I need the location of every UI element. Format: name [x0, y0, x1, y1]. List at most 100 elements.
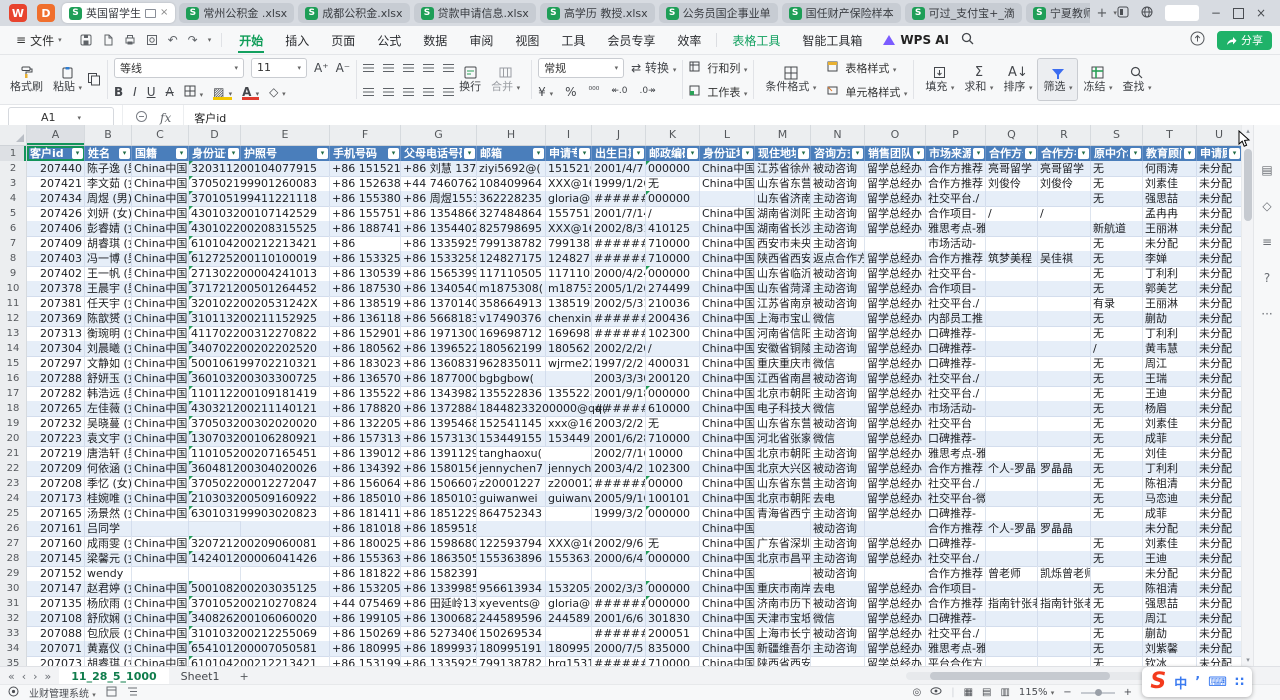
- cell[interactable]: 合作项目-: [926, 581, 986, 597]
- cell[interactable]: 320311200104077915: [189, 161, 241, 177]
- contextual-tab-1[interactable]: 智能工具箱: [791, 26, 873, 54]
- menu-tab-5[interactable]: 审阅: [458, 26, 504, 54]
- cell[interactable]: 周江: [1143, 356, 1197, 372]
- fill-button[interactable]: 填充 ▾: [920, 58, 959, 101]
- row-number[interactable]: 30: [0, 581, 27, 597]
- cell[interactable]: 王瑞: [1143, 371, 1197, 387]
- cell[interactable]: 微信: [811, 611, 865, 627]
- cell[interactable]: xxx@163.cc: [546, 416, 592, 432]
- column-header-T[interactable]: T: [1143, 125, 1197, 145]
- cell[interactable]: 207434: [27, 191, 85, 207]
- cell[interactable]: 未分配: [1197, 266, 1242, 282]
- cell[interactable]: 未分配: [1197, 311, 1242, 327]
- cell[interactable]: 蒯劼: [1143, 311, 1197, 327]
- cell[interactable]: 654101200007050581: [189, 641, 241, 657]
- cell[interactable]: 重庆市南岸: [755, 581, 811, 597]
- cell[interactable]: 山东省济南: [755, 191, 811, 207]
- cell[interactable]: 丁利利: [1143, 266, 1197, 282]
- cell[interactable]: +86 1863505000: [401, 551, 477, 567]
- cell[interactable]: jennychen7: [477, 461, 546, 477]
- cell[interactable]: 630103199903020823: [189, 506, 241, 522]
- column-header-I[interactable]: I: [546, 125, 592, 145]
- cell[interactable]: [241, 566, 330, 582]
- cell[interactable]: 207209: [27, 461, 85, 477]
- cell[interactable]: 口碑推荐-: [926, 611, 986, 627]
- italic-button[interactable]: I: [133, 86, 137, 98]
- ime-more-icon[interactable]: ∷: [1235, 675, 1244, 690]
- cell[interactable]: +86 1971300890: [401, 326, 477, 342]
- cell[interactable]: +86 1395468251: [401, 416, 477, 432]
- last-sheet-icon[interactable]: »: [45, 670, 52, 683]
- cell[interactable]: 1999/1/26: [592, 176, 646, 192]
- cell[interactable]: 被动咨询: [811, 626, 865, 642]
- export-pdf-icon[interactable]: [102, 34, 114, 46]
- cell[interactable]: 未分配: [1143, 236, 1197, 252]
- cell[interactable]: 无: [1091, 356, 1143, 372]
- cell[interactable]: 430321200211140121: [189, 401, 241, 417]
- column-filter-button[interactable]: ▾: [687, 148, 698, 159]
- copy-icon[interactable]: [87, 72, 101, 88]
- cell[interactable]: 710000: [646, 251, 700, 267]
- cell[interactable]: 1997/2/2: [592, 356, 646, 372]
- file-menu-button[interactable]: ≡ 文件 ▾: [8, 32, 70, 49]
- row-number[interactable]: 19: [0, 416, 27, 432]
- column-filter-button[interactable]: ▾: [119, 148, 130, 159]
- cell[interactable]: [1038, 221, 1091, 237]
- column-filter-button[interactable]: ▾: [317, 148, 328, 159]
- header-cell[interactable]: 申请专用▾: [546, 146, 592, 162]
- cell[interactable]: 207282: [27, 386, 85, 402]
- menu-tab-6[interactable]: 视图: [504, 26, 550, 54]
- header-cell[interactable]: 身份证号▾: [189, 146, 241, 162]
- row-number[interactable]: 24: [0, 491, 27, 507]
- cell[interactable]: +86 13053983: [330, 266, 401, 282]
- column-header-M[interactable]: M: [755, 125, 811, 145]
- cell[interactable]: 无: [1091, 491, 1143, 507]
- cell[interactable]: 无: [1091, 626, 1143, 642]
- cell[interactable]: 主动咨询: [811, 536, 865, 552]
- cell[interactable]: 未分配: [1197, 626, 1242, 642]
- cell[interactable]: [986, 446, 1038, 462]
- zoom-slider[interactable]: [1081, 692, 1115, 694]
- cell[interactable]: [865, 236, 926, 252]
- cell[interactable]: 956613934: [477, 581, 546, 597]
- vertical-scrollbar-thumb[interactable]: [1244, 149, 1252, 221]
- header-cell[interactable]: 教育顾问▾: [1143, 146, 1197, 162]
- cell[interactable]: 151521001: [546, 161, 592, 177]
- header-cell[interactable]: 合作方公▾: [986, 146, 1038, 162]
- cell[interactable]: 广东省深圳: [755, 536, 811, 552]
- cell[interactable]: 任天宇 (女: [85, 296, 132, 312]
- cell[interactable]: 亮哥留学: [1038, 161, 1091, 177]
- cell[interactable]: China中国: [700, 281, 755, 297]
- cell[interactable]: 社交平台-: [926, 266, 986, 282]
- cell[interactable]: 2000/7/5: [592, 641, 646, 657]
- cell[interactable]: [986, 611, 1038, 627]
- cell[interactable]: +86 13220522: [330, 416, 401, 432]
- header-cell[interactable]: 邮政编码▾: [646, 146, 700, 162]
- cell[interactable]: China中国: [700, 641, 755, 657]
- first-sheet-icon[interactable]: «: [8, 670, 15, 683]
- cell[interactable]: 舒欣娴 (女: [85, 611, 132, 627]
- cell[interactable]: /: [986, 206, 1038, 222]
- cell[interactable]: [592, 521, 646, 537]
- align-center-icon[interactable]: [383, 88, 394, 96]
- cell[interactable]: [546, 371, 592, 387]
- cell[interactable]: 口碑推荐-: [926, 356, 986, 372]
- cell[interactable]: 274499: [646, 281, 700, 297]
- cell[interactable]: 未分配: [1143, 566, 1197, 582]
- cell[interactable]: +86 18056219: [330, 341, 401, 357]
- cell[interactable]: 未分配: [1197, 251, 1242, 267]
- cell[interactable]: 郭美艺: [1143, 281, 1197, 297]
- cell[interactable]: +86 1533258500: [401, 251, 477, 267]
- cell[interactable]: +86 15319918: [330, 656, 401, 666]
- cell[interactable]: +86 15026953: [330, 626, 401, 642]
- cell[interactable]: 207304: [27, 341, 85, 357]
- cell[interactable]: 合作方推荐: [926, 176, 986, 192]
- cell[interactable]: 李婵: [1143, 251, 1197, 267]
- cell[interactable]: +86 15263810: [330, 176, 401, 192]
- cell[interactable]: 未分配: [1197, 581, 1242, 597]
- cell[interactable]: 未分配: [1197, 236, 1242, 252]
- cell[interactable]: 陈祖清: [1143, 476, 1197, 492]
- column-filter-button[interactable]: ▾: [1078, 148, 1089, 159]
- row-number[interactable]: 8: [0, 251, 27, 267]
- cell[interactable]: 180562199: [477, 341, 546, 357]
